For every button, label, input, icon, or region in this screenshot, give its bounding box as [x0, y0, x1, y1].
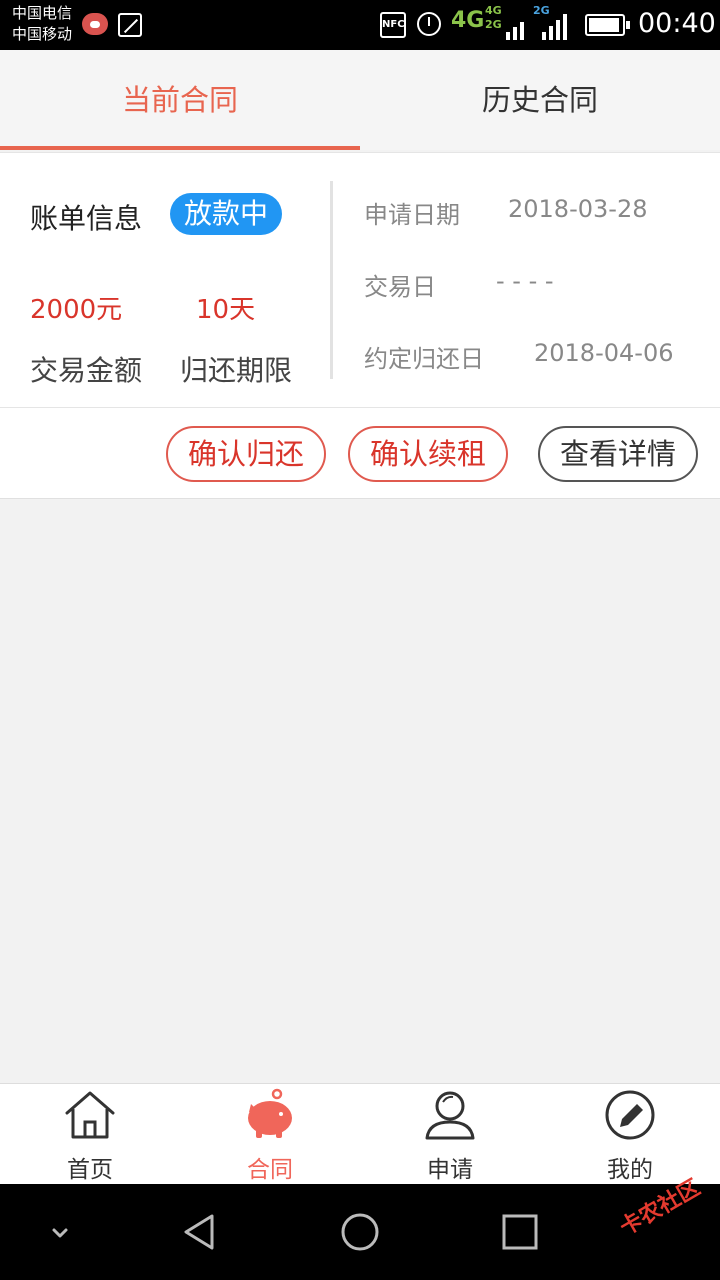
confirm-return-button[interactable]: 确认归还: [166, 426, 326, 482]
network-dual-label: 4G 2G: [485, 4, 502, 32]
home-icon: [65, 1091, 115, 1139]
user-icon: [425, 1091, 475, 1140]
apply-date-label: 申请日期: [364, 201, 460, 229]
system-nav-bar: [0, 1184, 720, 1280]
nav-item-mine[interactable]: 我的: [540, 1084, 720, 1184]
back-icon[interactable]: [176, 1208, 224, 1256]
amount-value: 2000元: [30, 295, 123, 325]
due-date-label: 约定归还日: [364, 345, 484, 373]
nav-item-home[interactable]: 首页: [0, 1084, 180, 1184]
contract-tabs: 当前合同 历史合同: [0, 50, 720, 150]
chevron-down-icon[interactable]: [36, 1208, 84, 1256]
tab-current-contract[interactable]: 当前合同: [0, 50, 360, 150]
bill-info-title: 账单信息: [30, 202, 143, 235]
apply-date-value: 2018-03-28: [508, 195, 648, 223]
view-details-button[interactable]: 查看详情: [538, 426, 698, 482]
image-notification-icon: [118, 13, 142, 37]
trade-date-value: - - - -: [496, 267, 554, 295]
piggy-bank-icon: [248, 1088, 292, 1138]
due-date-value: 2018-04-06: [534, 339, 674, 367]
carrier-1: 中国电信: [12, 4, 73, 22]
divider: [330, 181, 333, 379]
signal-1-icon: [506, 14, 524, 40]
network-2g-small: 2G: [485, 18, 502, 31]
nav-item-contract[interactable]: 合同: [180, 1084, 360, 1184]
nav-label-home: 首页: [67, 1157, 113, 1183]
apply-date-row: 申请日期 2018-03-28: [364, 195, 647, 230]
clock: 00:40: [638, 8, 716, 39]
signal-2-icon: [542, 14, 567, 40]
status-badge: 放款中: [170, 193, 283, 235]
trade-date-label: 交易日: [364, 273, 436, 301]
term-value: 10天: [196, 295, 256, 325]
battery-icon: [585, 14, 630, 36]
carrier-2: 中国移动: [12, 25, 73, 43]
term-label: 归还期限: [180, 354, 293, 387]
tab-history-contract[interactable]: 历史合同: [360, 50, 720, 150]
due-date-row: 约定归还日 2018-04-06: [364, 339, 673, 374]
recent-apps-icon[interactable]: [496, 1208, 544, 1256]
nav-label-contract: 合同: [247, 1157, 293, 1183]
nav-label-apply: 申请: [427, 1157, 473, 1183]
confirm-renew-button[interactable]: 确认续租: [348, 426, 508, 482]
carrier-info: 中国电信 中国移动: [12, 3, 72, 45]
nfc-icon: NFC: [380, 12, 406, 38]
amount-label: 交易金额: [30, 354, 143, 387]
contract-summary: 账单信息 放款中 2000元 10天 交易金额 归还期限: [0, 153, 330, 408]
network-4g-small: 4G: [485, 4, 502, 17]
nav-item-apply[interactable]: 申请: [360, 1084, 540, 1184]
action-bar: 确认归还 确认续租 查看详情: [0, 407, 720, 499]
alarm-icon: [417, 12, 441, 36]
pig-notification-icon: [82, 13, 108, 35]
network-4g-label: 4G: [451, 8, 485, 33]
status-bar: 中国电信 中国移动 NFC 4G 4G 2G 2G 00:40: [0, 0, 720, 50]
contract-card: 账单信息 放款中 2000元 10天 交易金额 归还期限 申请日期 2018-0…: [0, 152, 720, 407]
edit-icon: [605, 1090, 655, 1140]
bottom-nav: 首页 合同 申请 我的: [0, 1083, 720, 1184]
trade-date-row: 交易日 - - - -: [364, 267, 554, 302]
home-circle-icon[interactable]: [336, 1208, 384, 1256]
